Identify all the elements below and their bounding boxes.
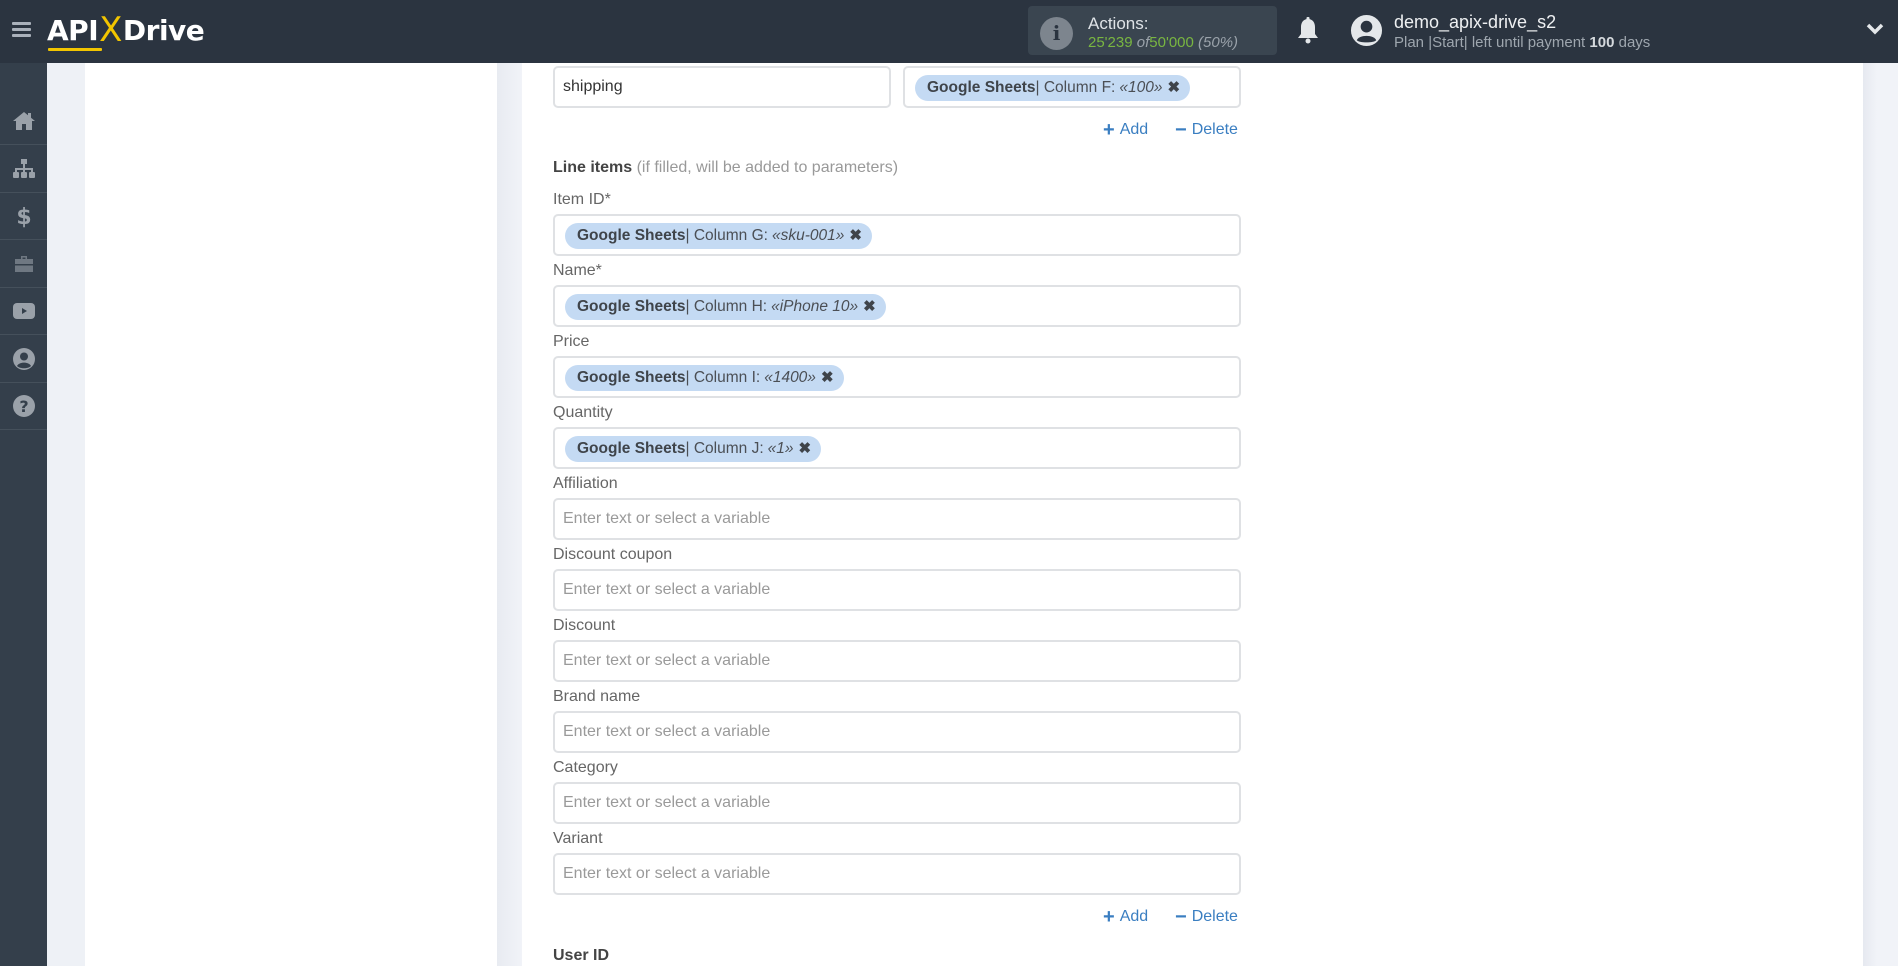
remove-tag-icon[interactable]: ✖ <box>1167 75 1180 101</box>
left-panel <box>85 63 497 966</box>
plus-icon: + <box>1103 906 1115 928</box>
variable-text-input[interactable] <box>555 642 1239 680</box>
field-input-price[interactable]: Google Sheets | Column I: «1400» ✖ <box>553 356 1241 398</box>
field-input-discount-coupon[interactable] <box>553 569 1241 611</box>
delete-line-item-button[interactable]: − Delete <box>1175 906 1238 928</box>
field-label-price: Price <box>553 333 590 350</box>
add-parameter-button[interactable]: + Add <box>1103 119 1148 141</box>
field-input-variant[interactable] <box>553 853 1241 895</box>
field-label-name: Name* <box>553 262 602 279</box>
field-input-discount[interactable] <box>553 640 1241 682</box>
line-items-heading: Line items (if filled, will be added to … <box>553 159 899 176</box>
info-icon: i <box>1040 17 1073 50</box>
sitemap-icon <box>12 159 35 178</box>
menu-toggle-icon[interactable] <box>12 22 31 38</box>
svg-text:$: $ <box>16 205 31 228</box>
parameter-value-input[interactable]: Google Sheets | Column F: «100» ✖ <box>903 66 1241 108</box>
page-background <box>1863 63 1898 966</box>
apixdrive-logo[interactable]: API X Drive <box>47 10 205 51</box>
minus-icon: − <box>1175 119 1187 141</box>
dollar-icon: $ <box>16 205 31 228</box>
variable-tag: Google Sheets | Column H: «iPhone 10» ✖ <box>565 294 886 320</box>
variable-text-input[interactable] <box>555 571 1239 609</box>
panel-divider <box>497 63 522 966</box>
remove-tag-icon[interactable]: ✖ <box>799 436 812 462</box>
variable-text-input[interactable] <box>555 855 1239 893</box>
variable-tag: Google Sheets | Column G: «sku-001» ✖ <box>565 223 872 249</box>
sidebar-item-services[interactable] <box>0 241 47 288</box>
remove-tag-icon[interactable]: ✖ <box>849 223 862 249</box>
actions-counter[interactable]: i Actions: 25'239 of50'000 (50%) <box>1028 6 1277 55</box>
user-id-label: User ID <box>553 947 610 964</box>
briefcase-icon <box>14 256 33 272</box>
field-label-variant: Variant <box>553 830 603 847</box>
field-label-affiliation: Affiliation <box>553 475 618 492</box>
field-input-name[interactable]: Google Sheets | Column H: «iPhone 10» ✖ <box>553 285 1241 327</box>
home-icon <box>12 112 35 130</box>
field-label-discount: Discount <box>553 617 616 634</box>
sidebar-item-home[interactable] <box>0 98 47 145</box>
field-input-quantity[interactable]: Google Sheets | Column J: «1» ✖ <box>553 427 1241 469</box>
user-circle-icon <box>12 348 35 370</box>
sidebar-item-help[interactable]: ? <box>0 383 47 430</box>
field-input-brand-name[interactable] <box>553 711 1241 753</box>
sidebar-item-billing[interactable]: $ <box>0 193 47 240</box>
remove-tag-icon[interactable]: ✖ <box>821 365 834 391</box>
add-line-item-button[interactable]: + Add <box>1103 906 1148 928</box>
field-input-item-id[interactable]: Google Sheets | Column G: «sku-001» ✖ <box>553 214 1241 256</box>
field-input-category[interactable] <box>553 782 1241 824</box>
field-label-item-id: Item ID* <box>553 191 611 208</box>
actions-label: Actions: <box>1088 14 1149 33</box>
notification-bell-icon[interactable] <box>1296 17 1320 45</box>
sidebar-item-account[interactable] <box>0 336 47 383</box>
plan-info: Plan |Start| left until payment 100 days <box>1394 34 1651 51</box>
field-label-discount-coupon: Discount coupon <box>553 546 673 563</box>
field-label-brand-name: Brand name <box>553 688 641 705</box>
youtube-icon <box>12 303 35 319</box>
variable-tag: Google Sheets | Column I: «1400» ✖ <box>565 365 844 391</box>
delete-parameter-button[interactable]: − Delete <box>1175 119 1238 141</box>
variable-tag: Google Sheets | Column J: «1» ✖ <box>565 436 822 462</box>
field-label-quantity: Quantity <box>553 404 613 421</box>
variable-tag: Google Sheets | Column F: «100» ✖ <box>915 75 1191 101</box>
top-header: API X Drive i Actions: 25'239 of50'000 (50… <box>0 0 1898 63</box>
actions-usage: 25'239 of50'000 (50%) <box>1088 34 1239 51</box>
variable-text-input[interactable] <box>555 784 1239 822</box>
variable-text-input[interactable] <box>555 713 1239 751</box>
field-label-category: Category <box>553 759 618 776</box>
remove-tag-icon[interactable]: ✖ <box>863 294 876 320</box>
question-circle-icon: ? <box>12 395 35 417</box>
sidebar: $ ? <box>0 63 47 966</box>
field-input-affiliation[interactable] <box>553 498 1241 540</box>
user-avatar-icon[interactable] <box>1350 14 1383 47</box>
username[interactable]: demo_apix-drive_s2 <box>1394 12 1556 33</box>
sidebar-item-connections[interactable] <box>0 146 47 193</box>
minus-icon: − <box>1175 906 1187 928</box>
variable-text-input[interactable] <box>555 500 1239 538</box>
chevron-down-icon[interactable] <box>1866 22 1884 36</box>
sidebar-item-videos[interactable] <box>0 288 47 335</box>
plus-icon: + <box>1103 119 1115 141</box>
svg-text:?: ? <box>19 397 28 416</box>
parameter-key-input[interactable]: shipping <box>553 66 891 108</box>
